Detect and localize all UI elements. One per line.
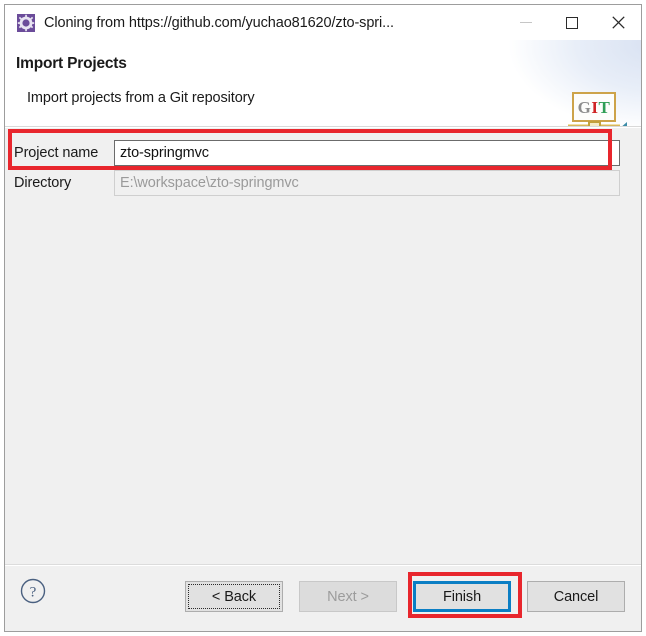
button-bar: < Back Next > Finish Cancel bbox=[185, 581, 625, 612]
dialog-window: Cloning from https://github.com/yuchao81… bbox=[4, 4, 642, 632]
directory-row: Directory bbox=[14, 170, 620, 196]
directory-input bbox=[114, 170, 620, 196]
screen-root: Cloning from https://github.com/yuchao81… bbox=[0, 0, 646, 636]
finish-button[interactable]: Finish bbox=[413, 581, 511, 612]
next-button[interactable]: Next > bbox=[299, 581, 397, 612]
git-letter-t: T bbox=[598, 97, 611, 117]
eclipse-gear-icon bbox=[17, 13, 35, 32]
cancel-button[interactable]: Cancel bbox=[527, 581, 625, 612]
wizard-footer: < Back Next > Finish Cancel bbox=[5, 564, 641, 631]
help-question-icon[interactable]: ? bbox=[20, 578, 46, 604]
page-subtitle: Import projects from a Git repository bbox=[27, 90, 255, 106]
maximize-icon[interactable] bbox=[549, 5, 595, 40]
svg-text:?: ? bbox=[30, 584, 37, 600]
wizard-header: Import Projects Import projects from a G… bbox=[5, 40, 641, 127]
minimize-icon[interactable] bbox=[503, 5, 549, 40]
close-icon[interactable] bbox=[595, 5, 641, 40]
project-name-input[interactable] bbox=[114, 140, 620, 166]
directory-label: Directory bbox=[14, 175, 72, 191]
title-bar[interactable]: Cloning from https://github.com/yuchao81… bbox=[5, 5, 641, 40]
git-letter-i: I bbox=[591, 97, 599, 117]
window-controls bbox=[503, 5, 641, 40]
git-wizard-banner-icon: GIT bbox=[568, 92, 627, 126]
back-button[interactable]: < Back bbox=[185, 581, 283, 612]
git-plate: GIT bbox=[572, 92, 616, 122]
project-name-label: Project name bbox=[14, 145, 99, 161]
window-title: Cloning from https://github.com/yuchao81… bbox=[44, 14, 394, 31]
git-letter-g: G bbox=[577, 97, 592, 117]
page-title: Import Projects bbox=[16, 55, 127, 72]
project-name-row: Project name bbox=[14, 140, 620, 166]
